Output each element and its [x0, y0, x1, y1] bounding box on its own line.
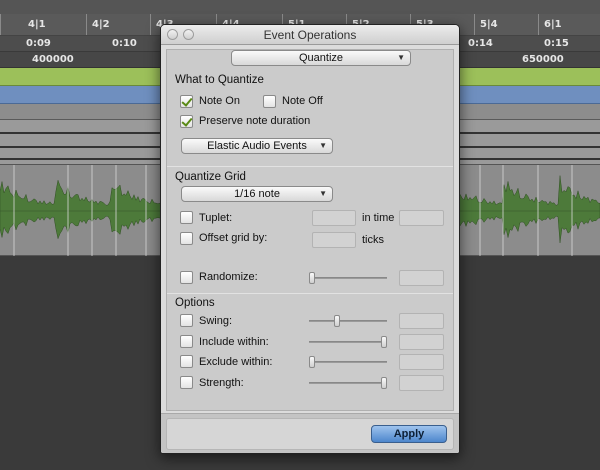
- dialog-title: Event Operations: [263, 28, 357, 42]
- tuplet-time-field[interactable]: [399, 210, 444, 226]
- settings-panel: Quantize ▼ What to Quantize Note On Note…: [166, 49, 454, 411]
- quantize-mode-label: Elastic Audio Events: [207, 140, 307, 152]
- bar-label: 4|1: [28, 19, 46, 30]
- strength-value-field[interactable]: [399, 375, 444, 391]
- section-divider: [167, 166, 453, 167]
- tuplet-checkbox[interactable]: [180, 211, 193, 224]
- section-title-what: What to Quantize: [175, 74, 264, 86]
- operation-select[interactable]: Quantize ▼: [231, 50, 411, 66]
- minsec-label: 0:14: [468, 38, 493, 49]
- strength-slider[interactable]: [309, 382, 387, 384]
- swing-checkbox[interactable]: [180, 314, 193, 327]
- swing-value-field[interactable]: [399, 313, 444, 329]
- exclude-within-slider-thumb[interactable]: [309, 356, 315, 368]
- tuplet-count-field[interactable]: [312, 210, 356, 226]
- offset-grid-checkbox[interactable]: [180, 232, 193, 245]
- bar-label: 4|2: [92, 19, 110, 30]
- minsec-label: 0:10: [112, 38, 137, 49]
- section-title-grid: Quantize Grid: [175, 171, 246, 183]
- randomize-slider-thumb[interactable]: [309, 272, 315, 284]
- include-within-value-field[interactable]: [399, 334, 444, 350]
- randomize-checkbox[interactable]: [180, 271, 193, 284]
- chevron-down-icon: ▼: [319, 189, 327, 198]
- swing-label: Swing:: [199, 315, 233, 327]
- chevron-down-icon: ▼: [319, 141, 327, 150]
- ticks-label: ticks: [362, 234, 384, 246]
- include-within-label: Include within:: [199, 336, 269, 348]
- swing-slider-thumb[interactable]: [334, 315, 341, 327]
- grid-value-label: 1/16 note: [234, 188, 280, 200]
- apply-button[interactable]: Apply: [371, 425, 447, 443]
- tuplet-label: Tuplet:: [199, 212, 233, 224]
- sample-label: 400000: [32, 54, 74, 65]
- exclude-within-slider[interactable]: [309, 361, 387, 363]
- randomize-value-field[interactable]: [399, 270, 444, 286]
- include-within-slider[interactable]: [309, 341, 387, 343]
- section-divider: [167, 293, 453, 294]
- include-within-slider-thumb[interactable]: [381, 336, 387, 348]
- swing-slider[interactable]: [309, 320, 387, 322]
- offset-grid-label: Offset grid by:: [199, 232, 268, 244]
- minsec-label: 0:09: [26, 38, 51, 49]
- bar-label: 6|1: [544, 19, 562, 30]
- sample-label: 650000: [522, 54, 564, 65]
- exclude-within-label: Exclude within:: [199, 356, 273, 368]
- dialog-footer: Apply: [161, 413, 459, 453]
- dialog-titlebar[interactable]: Event Operations: [161, 25, 459, 45]
- quantize-mode-select[interactable]: Elastic Audio Events ▼: [181, 138, 333, 154]
- preserve-duration-label: Preserve note duration: [199, 115, 311, 127]
- ruler-top-strip: [0, 0, 600, 14]
- offset-ticks-field[interactable]: [312, 232, 356, 248]
- note-off-label: Note Off: [282, 95, 323, 107]
- in-time-label: in time: [362, 212, 395, 224]
- strength-label: Strength:: [199, 377, 244, 389]
- note-on-checkbox[interactable]: [180, 95, 193, 108]
- include-within-checkbox[interactable]: [180, 335, 193, 348]
- grid-value-select[interactable]: 1/16 note ▼: [181, 186, 333, 202]
- note-on-label: Note On: [199, 95, 240, 107]
- operation-select-label: Quantize: [298, 52, 344, 64]
- footer-bar: Apply: [166, 418, 454, 450]
- strength-slider-thumb[interactable]: [381, 377, 387, 389]
- preserve-duration-checkbox[interactable]: [180, 115, 193, 128]
- randomize-label: Randomize:: [199, 271, 258, 283]
- minsec-label: 0:15: [544, 38, 569, 49]
- exclude-within-value-field[interactable]: [399, 354, 444, 370]
- strength-checkbox[interactable]: [180, 376, 193, 389]
- note-off-checkbox[interactable]: [263, 95, 276, 108]
- section-title-options: Options: [175, 297, 215, 309]
- exclude-within-checkbox[interactable]: [180, 355, 193, 368]
- randomize-slider[interactable]: [309, 277, 387, 279]
- chevron-down-icon: ▼: [397, 53, 405, 62]
- event-operations-dialog: Event Operations Quantize ▼ What to Quan…: [160, 24, 460, 454]
- bar-label: 5|4: [480, 19, 498, 30]
